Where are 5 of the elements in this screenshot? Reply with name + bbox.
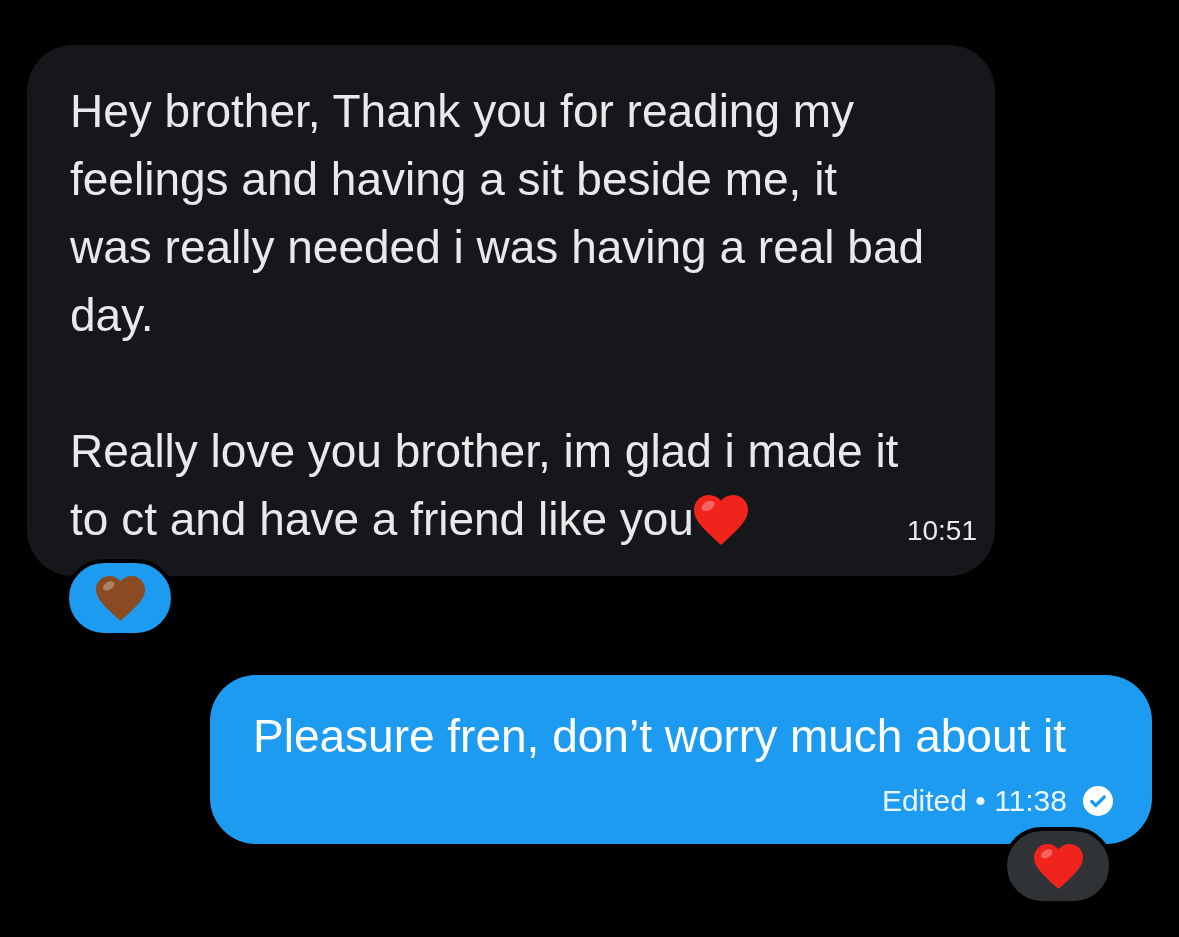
message-text: Pleasure fren, don’t worry much about it [253,710,1067,762]
message-text: Really love you brother, im glad i made it to ct and have a friend like you [70,425,899,545]
timestamp: 10:51 [906,514,977,548]
message-status: Edited • 11:38 [881,783,1067,819]
message-text: Hey brother, Thank you for reading my feelings and having a sit beside me, it was really needed i was having a real bad day. [70,85,925,341]
